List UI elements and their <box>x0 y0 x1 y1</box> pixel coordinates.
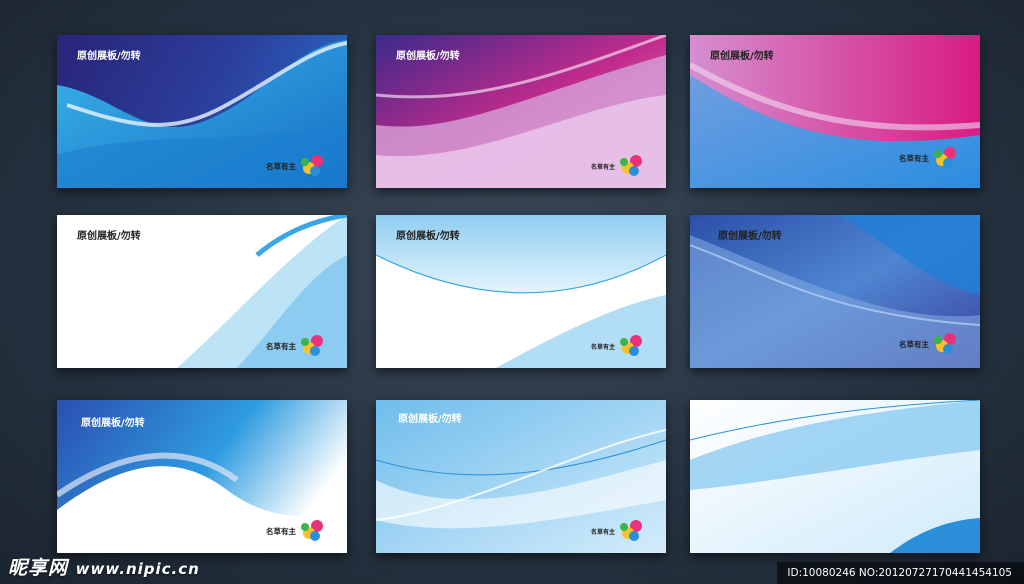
card-title: 原创展板/勿转 <box>396 231 460 242</box>
brand-logo-icon <box>620 155 642 176</box>
watermark-logo-text: 昵享网 <box>8 557 69 579</box>
brand-name: 名草有主 <box>899 153 929 163</box>
card-title: 原创展板/勿转 <box>396 51 460 62</box>
image-id-watermark: ID:10080246 NO:20120727170441454105 <box>777 562 1024 584</box>
card-title: 原创展板/勿转 <box>77 231 141 242</box>
brand-logo-icon <box>620 520 642 541</box>
board-card-5: 原创展板/勿转 名草有主 <box>376 215 666 368</box>
brand-mark: 名草有主 <box>266 334 325 358</box>
board-card-9 <box>690 400 980 553</box>
card-title: 原创展板/勿转 <box>81 418 145 429</box>
card-title: 原创展板/勿转 <box>718 231 782 242</box>
brand-name: 名草有主 <box>590 163 615 171</box>
board-card-4: 原创展板/勿转 名草有主 <box>57 215 347 368</box>
brand-name: 名草有主 <box>590 343 615 351</box>
brand-logo-icon <box>301 520 323 541</box>
brand-logo-icon <box>934 333 956 354</box>
brand-name: 名草有主 <box>266 341 296 351</box>
brand-name: 名草有主 <box>266 526 296 536</box>
board-card-6: 原创展板/勿转 名草有主 <box>690 215 980 368</box>
brand-logo-icon <box>301 155 323 176</box>
card-title: 原创展板/勿转 <box>77 51 141 62</box>
card-title: 原创展板/勿转 <box>398 414 462 425</box>
brand-mark: 名草有主 <box>591 154 644 178</box>
brand-mark: 名草有主 <box>591 519 644 543</box>
brand-logo-icon <box>301 335 323 356</box>
brand-mark: 名草有主 <box>591 334 644 358</box>
brand-mark: 名草有主 <box>899 332 958 356</box>
watermark-site-url: www.nipic.cn <box>75 560 200 578</box>
brand-name: 名草有主 <box>899 339 929 349</box>
board-card-2: 原创展板/勿转 名草有主 <box>376 35 666 188</box>
brand-name: 名草有主 <box>590 528 615 536</box>
brand-logo-icon <box>620 335 642 356</box>
brand-mark: 名草有主 <box>899 146 958 170</box>
brand-logo-icon <box>934 147 956 168</box>
board-card-7: 原创展板/勿转 名草有主 <box>57 400 347 553</box>
board-card-8: 原创展板/勿转 名草有主 <box>376 400 666 553</box>
board-card-3: 原创展板/勿转 名草有主 <box>690 35 980 188</box>
board-card-1: 原创展板/勿转 名草有主 <box>57 35 347 188</box>
brand-mark: 名草有主 <box>266 154 325 178</box>
brand-mark: 名草有主 <box>266 519 325 543</box>
site-watermark-logo: 昵享网 www.nipic.cn <box>8 553 200 580</box>
brand-name: 名草有主 <box>266 161 296 171</box>
wave-background <box>690 400 980 553</box>
card-title: 原创展板/勿转 <box>710 51 774 62</box>
